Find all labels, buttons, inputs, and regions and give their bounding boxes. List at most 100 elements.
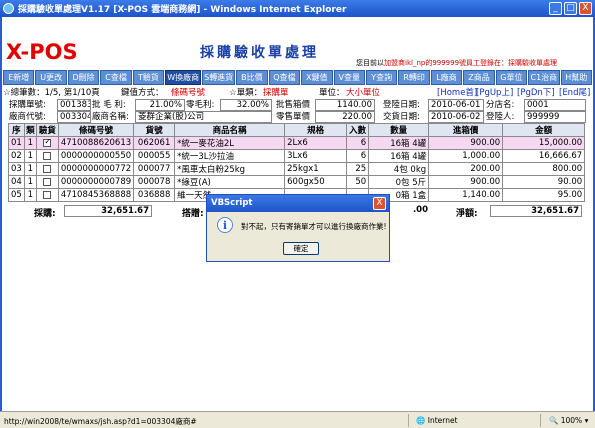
toolbar-button-9[interactable]: X鍵值 — [301, 70, 333, 85]
inspect-checkbox[interactable] — [43, 151, 52, 160]
page-title: 採購驗收單處理 — [200, 45, 319, 61]
entry-person-field[interactable]: 999999 — [524, 111, 586, 123]
unit-type-value[interactable]: 採購單 — [263, 86, 289, 98]
vbscript-dialog: VBScript X i 對不起，只有寄銷單才可以進行換廠商作業! 確定 — [206, 194, 390, 262]
inspect-checkbox-cell[interactable] — [35, 149, 59, 163]
purchase-no-field[interactable]: 001383 — [57, 99, 91, 111]
toolbar-button-10[interactable]: V查量 — [333, 70, 365, 85]
vendor-name-label: 廠商名稱: — [92, 112, 129, 122]
cell-count: 16箱 4罐 — [368, 136, 430, 150]
inspect-checkbox-cell[interactable] — [35, 162, 59, 176]
inspect-checkbox-cell[interactable] — [35, 175, 59, 189]
cell-amount: 15,000.00 — [502, 136, 586, 150]
toolbar-button-5[interactable]: W換廠商 — [165, 70, 202, 85]
table-row[interactable]: 04 1 0000000000789 000078 *綠豆(A) 600gx50 50 0包 … — [8, 175, 586, 189]
net-total-label: 淨額: — [456, 209, 478, 219]
zoom-level: 100% — [560, 416, 583, 425]
retail-price-label: 零售單價 — [276, 112, 311, 122]
toolbar-button-4[interactable]: T驗貨 — [132, 70, 165, 85]
cell-type: 1 — [23, 136, 37, 150]
wholesale-price-label: 批售箱價 — [276, 100, 311, 110]
gross-profit-label: 批 毛 利: — [92, 100, 126, 110]
toolbar-button-8[interactable]: Q查檔 — [268, 70, 301, 85]
nav-pgup[interactable]: [PgUp上] — [476, 86, 513, 98]
purchase-no-label: 採購單號: — [9, 100, 46, 110]
info-row: ☆總筆數：1/5, 第1/10頁 鍵值方式： 條碼号號 ☆單類： 採購單 單位：… — [3, 86, 592, 99]
close-button[interactable]: X — [579, 2, 592, 15]
vendor-name-field[interactable]: 菱群企業(股)公司 — [135, 111, 272, 123]
trade-date-label: 交貨日期: — [383, 112, 420, 122]
toolbar-button-11[interactable]: Y查詢 — [365, 70, 398, 85]
toolbar-button-2[interactable]: D刪除 — [67, 70, 100, 85]
column-header-6: 規格 — [284, 123, 348, 137]
branch-no-field[interactable]: 0001 — [524, 99, 586, 111]
inspect-checkbox-cell[interactable] — [35, 136, 59, 150]
toolbar-button-7[interactable]: B比價 — [236, 70, 268, 85]
table-row[interactable]: 03 1 0000000000772 000077 *風車太白粉25kg 25kgx1 25… — [8, 162, 586, 176]
branch-no-label: 分店名: — [486, 100, 515, 110]
column-header-9: 進箱價 — [428, 123, 504, 137]
column-header-1: 類 — [23, 123, 37, 137]
cell-seq: 05 — [8, 188, 25, 202]
toolbar-button-12[interactable]: R轉印 — [398, 70, 430, 85]
cell-seq: 02 — [8, 149, 25, 163]
maximize-button[interactable]: □ — [564, 2, 577, 15]
cell-name: *統一麥花油2L — [174, 136, 286, 150]
dialog-title: VBScript — [207, 195, 389, 212]
cell-type: 1 — [23, 149, 37, 163]
register-date-field[interactable]: 2010-06-01 — [428, 99, 484, 111]
ie-icon — [3, 3, 14, 14]
retail-profit-label: 零毛利: — [186, 100, 215, 110]
status-separator — [408, 414, 409, 427]
window-title: 採購驗收單處理V1.17 [X-POS 雲端商務網] - Windows Int… — [18, 5, 347, 15]
toolbar-button-15[interactable]: G單位 — [495, 70, 528, 85]
toolbar-button-17[interactable]: H幫助 — [560, 70, 592, 85]
unit-value[interactable]: 大小單位 — [346, 86, 380, 98]
minimize-button[interactable]: _ — [549, 2, 562, 15]
cell-price: 900.00 — [428, 175, 504, 189]
nav-pgdn[interactable]: [PgDn下] — [517, 86, 555, 98]
cell-item_no: 000078 — [133, 175, 176, 189]
trade-date-field[interactable]: 2010-06-02 — [428, 111, 484, 123]
toolbar-button-1[interactable]: U更改 — [35, 70, 67, 85]
cell-barcode: 4710088620613 — [57, 136, 135, 150]
cell-barcode: 0000000000772 — [57, 162, 135, 176]
table-row[interactable]: 011 4710088620613062061*統一麥花油2L2Lx6616箱 4… — [8, 136, 586, 150]
retail-price-field[interactable]: 220.00 — [315, 111, 375, 123]
purchase-total-label: 採購: — [34, 209, 56, 219]
cell-item_no: 000077 — [133, 162, 176, 176]
table-row[interactable]: 02 1 0000000000550 000055 *統一3L沙拉油 3Lx6 6 16箱 4… — [8, 149, 586, 163]
gross-profit-field[interactable]: 21.00% — [135, 99, 185, 111]
internet-zone: 🌐 Internet — [416, 416, 458, 425]
toolbar-button-16[interactable]: C1治商 — [528, 70, 560, 85]
wholesale-price-field[interactable]: 1140.00 — [315, 99, 375, 111]
retail-profit-field[interactable]: 32.00% — [220, 99, 272, 111]
zoom-control[interactable]: 🔍 100% ▾ — [549, 416, 588, 425]
toolbar-button-3[interactable]: C查檔 — [100, 70, 132, 85]
cell-barcode: 0000000000789 — [57, 175, 135, 189]
net-total-field: 32,651.67 — [490, 205, 582, 217]
inspect-checkbox[interactable] — [43, 164, 52, 173]
inspect-checkbox[interactable] — [43, 137, 52, 147]
inspect-checkbox[interactable] — [43, 177, 52, 186]
vendor-code-field[interactable]: 003304 — [57, 111, 91, 123]
inspect-checkbox[interactable] — [43, 190, 52, 199]
cell-amount: 800.00 — [502, 162, 586, 176]
zone-label: Internet — [427, 416, 458, 425]
nav-home[interactable]: [Home首] — [437, 86, 477, 98]
dialog-ok-button[interactable]: 確定 — [283, 242, 319, 255]
dialog-message: 對不起，只有寄銷單才可以進行換廠商作業! — [241, 222, 387, 231]
inspect-checkbox-cell[interactable] — [35, 188, 59, 202]
nav-end[interactable]: [End尾] — [559, 86, 590, 98]
unit-label: 單位： — [319, 88, 345, 98]
cell-seq: 01 — [8, 136, 25, 150]
discount-label: 搭贈: — [182, 209, 204, 219]
toolbar-button-0[interactable]: E新增 — [3, 70, 35, 85]
toolbar-button-13[interactable]: L廠商 — [430, 70, 463, 85]
dialog-close-button[interactable]: X — [373, 197, 386, 210]
toolbar-button-6[interactable]: S轉進貨 — [202, 70, 236, 85]
toolbar-button-14[interactable]: Z商品 — [463, 70, 495, 85]
column-header-10: 金額 — [502, 123, 586, 137]
key-method-value[interactable]: 條碼号號 — [171, 86, 205, 98]
cell-price: 1,140.00 — [428, 188, 504, 202]
